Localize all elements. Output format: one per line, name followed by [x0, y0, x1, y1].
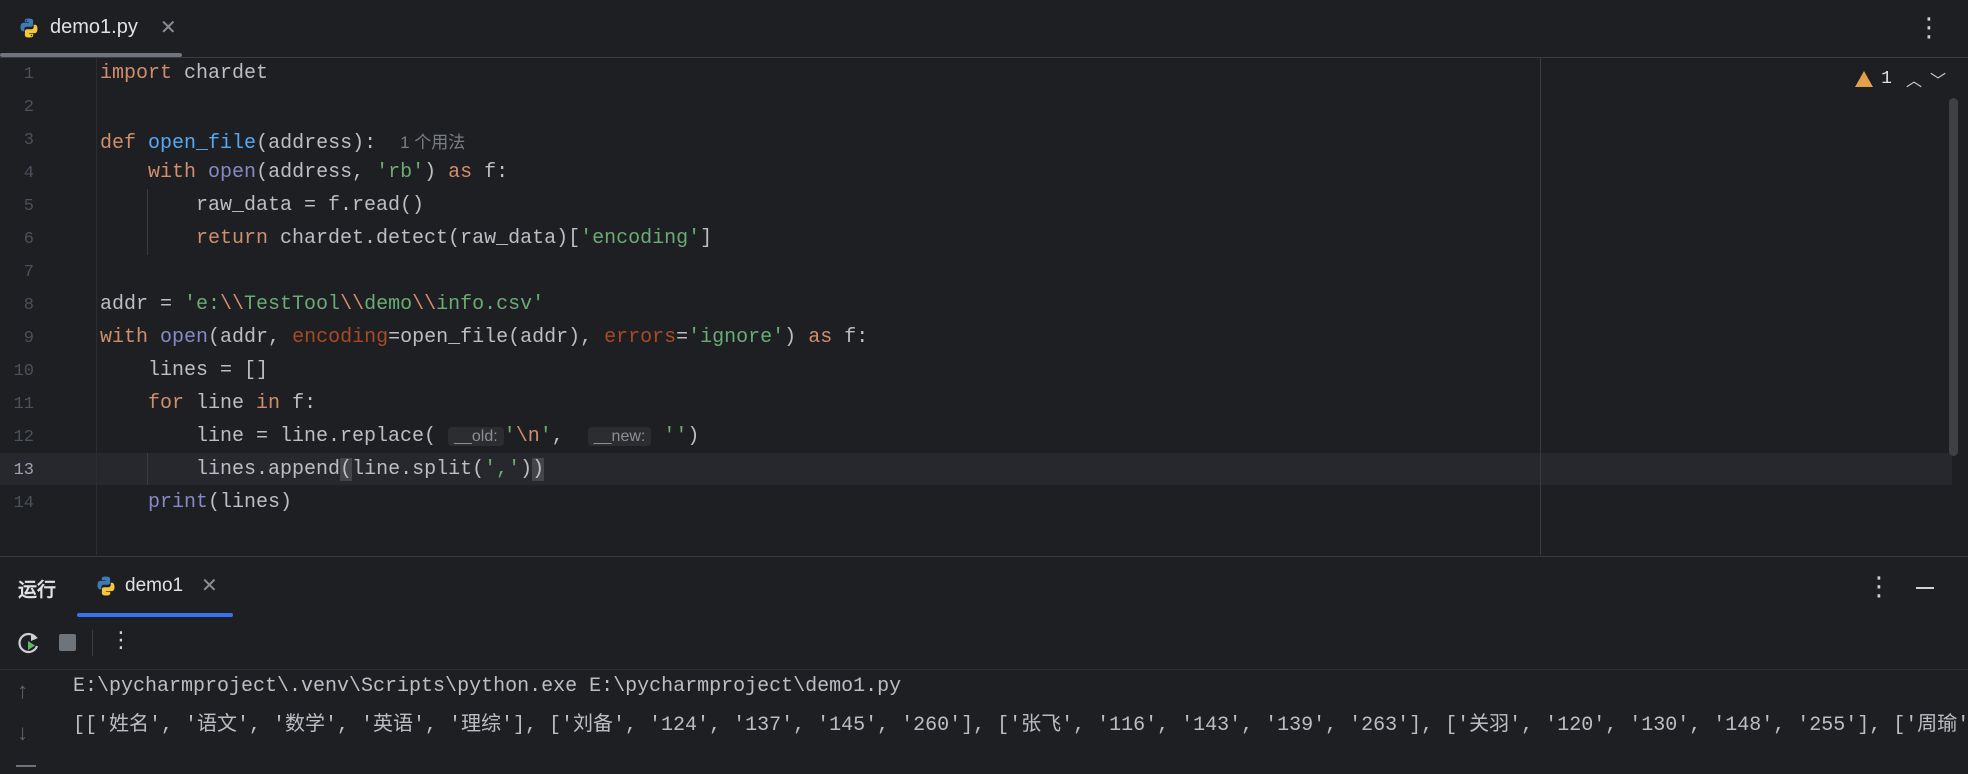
- code-line: 7: [0, 256, 1950, 289]
- run-tool-window-header: 运行 demo1 ✕ ⋮: [0, 556, 1968, 617]
- code-line: 8 addr = 'e:\\TestTool\\demo\\info.csv': [0, 289, 1950, 322]
- arrow-down-icon[interactable]: ↓: [16, 722, 29, 747]
- console-output[interactable]: ↑ ↓ E:\pycharmproject\.venv\Scripts\pyth…: [0, 670, 1968, 774]
- code-line: 5 raw_data = f.read(): [0, 190, 1950, 223]
- line-number: 11: [13, 395, 34, 414]
- line-number: 4: [23, 164, 34, 183]
- code-text: def open_file(address): 1 个用法: [100, 132, 466, 155]
- code-text: line = line.replace( __old: '\n', __new: …: [196, 425, 700, 448]
- line-number: 2: [23, 98, 34, 117]
- code-text: raw_data = f.read(): [196, 194, 425, 217]
- more-options-icon[interactable]: ⋮: [1916, 14, 1942, 40]
- code-text: return chardet.detect(raw_data)['encodin…: [196, 227, 713, 250]
- line-number: 5: [23, 197, 34, 216]
- run-toolbar: ⋮: [0, 617, 1968, 670]
- close-icon[interactable]: ✕: [160, 15, 177, 40]
- code-line: 4 with open(address, 'rb') as f:: [0, 157, 1950, 190]
- code-line: 11 for line in f:: [0, 388, 1950, 421]
- active-tab-indicator: [0, 53, 182, 57]
- code-text: lines.append(line.split(',')): [196, 458, 545, 481]
- line-number: 3: [23, 131, 34, 150]
- code-line: 1 import chardet: [0, 58, 1950, 91]
- soft-wrap-icon[interactable]: [16, 765, 36, 767]
- run-panel-title: 运行: [18, 580, 57, 601]
- code-line: 14 print(lines): [0, 487, 1950, 520]
- close-icon[interactable]: ✕: [201, 573, 218, 598]
- python-run-icon: [95, 575, 117, 597]
- arrow-up-icon[interactable]: ↑: [16, 680, 29, 705]
- console-sidebar: ↑ ↓: [0, 670, 52, 774]
- code-line: 3 def open_file(address): 1 个用法: [0, 124, 1950, 157]
- editor-tab-bar: demo1.py ✕ ⋮: [0, 0, 1968, 58]
- line-number: 7: [23, 263, 34, 282]
- code-text: with open(addr, encoding=open_file(addr)…: [100, 326, 869, 349]
- tab-demo1-py[interactable]: demo1.py ✕: [0, 0, 182, 57]
- code-line: 2: [0, 91, 1950, 124]
- code-text: addr = 'e:\\TestTool\\demo\\info.csv': [100, 293, 545, 316]
- rerun-icon[interactable]: [16, 630, 42, 656]
- code-editor[interactable]: 1 ︿ ﹀ 1 import chardet 2 3 def open_file…: [0, 58, 1968, 555]
- code-line: 10 lines = []: [0, 355, 1950, 388]
- line-number: 12: [13, 428, 34, 447]
- code-text: lines = []: [148, 359, 269, 382]
- toolbar-separator: [92, 630, 93, 656]
- code-line: 12 line = line.replace( __old: '\n', __ne…: [0, 421, 1950, 454]
- code-text: print(lines): [148, 491, 293, 514]
- more-options-icon[interactable]: ⋮: [110, 629, 132, 651]
- minimize-icon[interactable]: [1916, 587, 1934, 589]
- line-number: 14: [13, 494, 34, 513]
- parameter-hint: __old:: [448, 427, 504, 446]
- run-tab-label: demo1: [125, 575, 184, 596]
- usages-hint[interactable]: 1 个用法: [400, 133, 465, 152]
- console-line: [['姓名', '语文', '数学', '英语', '理综'], ['刘备', …: [73, 714, 1968, 737]
- console-line: E:\pycharmproject\.venv\Scripts\python.e…: [73, 675, 902, 698]
- code-line-current: 13 lines.append(line.split(',')): [0, 454, 1950, 487]
- line-number: 10: [13, 362, 34, 381]
- code-line: 6 return chardet.detect(raw_data)['encod…: [0, 223, 1950, 256]
- line-number: 1: [23, 65, 34, 84]
- run-tab-demo1[interactable]: demo1 ✕: [77, 557, 233, 617]
- code-text: for line in f:: [148, 392, 317, 415]
- tab-title: demo1.py: [50, 16, 138, 38]
- parameter-hint: __new:: [587, 427, 652, 446]
- line-number: 6: [23, 230, 34, 249]
- line-number: 8: [23, 296, 34, 315]
- code-text: import chardet: [100, 62, 269, 85]
- line-number: 9: [23, 329, 34, 348]
- line-number: 13: [13, 461, 34, 480]
- vertical-scrollbar[interactable]: [1949, 98, 1958, 456]
- code-line: 9 with open(addr, encoding=open_file(add…: [0, 322, 1950, 355]
- more-options-icon[interactable]: ⋮: [1866, 573, 1892, 599]
- python-file-icon: [18, 17, 40, 39]
- stop-icon[interactable]: [59, 634, 76, 651]
- code-text: with open(address, 'rb') as f:: [148, 161, 509, 184]
